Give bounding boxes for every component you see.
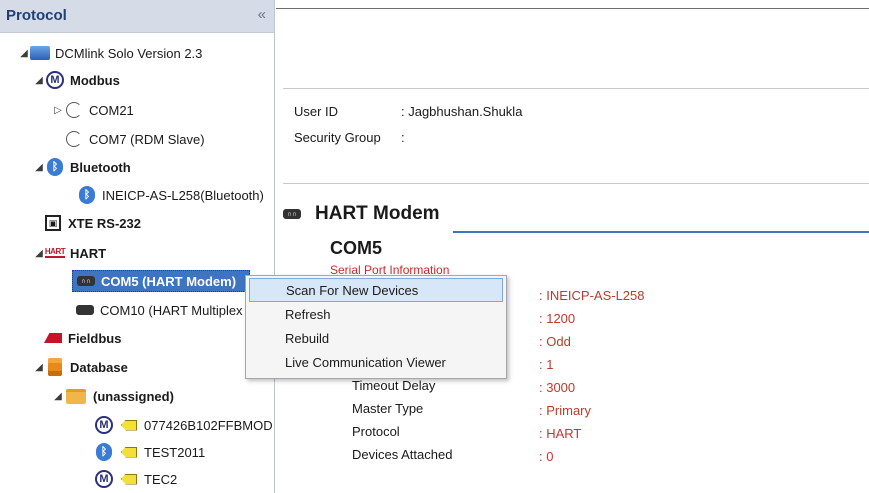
expand-arrow-icon[interactable]: ◢ <box>33 75 45 86</box>
tree-label: 077426B102FFBMOD <box>144 417 273 433</box>
tree-node-device[interactable]: M TEC2 <box>94 468 177 490</box>
modem-icon: ∩∩ <box>76 271 96 291</box>
modbus-icon: M <box>94 469 114 489</box>
tree-label: Bluetooth <box>70 159 131 175</box>
folder-icon <box>64 386 88 406</box>
master-type-label: Master Type <box>352 401 424 416</box>
tree-label: Fieldbus <box>68 330 122 346</box>
tree-node-bluetooth[interactable]: ◢ ᛒ Bluetooth <box>33 156 131 178</box>
tree-label: Modbus <box>70 72 120 88</box>
protocol-panel: Protocol « ◢ DCMlink Solo Version 2.3 ◢ … <box>0 0 275 493</box>
tree-node-bt-device[interactable]: ᛒ INEICP-AS-L258(Bluetooth) <box>77 184 264 206</box>
menu-item-rebuild[interactable]: Rebuild <box>249 326 503 350</box>
tree-label: COM10 (HART Multiplex <box>100 302 243 318</box>
panel-title: Protocol <box>6 7 67 24</box>
property-value: : 1200 <box>539 311 576 326</box>
hart-icon: HART <box>44 247 66 258</box>
tree-node-com10[interactable]: COM10 (HART Multiplex <box>75 299 243 321</box>
devices-attached-label: Devices Attached <box>352 447 453 462</box>
collapse-icon[interactable]: « <box>258 6 266 23</box>
tree-node-com7[interactable]: COM7 (RDM Slave) <box>64 128 205 150</box>
property-value: : HART <box>539 426 582 441</box>
tag-icon <box>119 442 139 462</box>
security-group-value: : <box>401 130 405 145</box>
tree-label: (unassigned) <box>93 388 174 404</box>
menu-item-scan-devices[interactable]: Scan For New Devices <box>249 278 503 302</box>
details-panel: User ID : Jagbhushan.Shukla Security Gro… <box>276 0 869 493</box>
bluetooth-icon: ᛒ <box>94 442 114 462</box>
bluetooth-icon: ᛒ <box>45 157 65 177</box>
tree-label: DCMlink Solo Version 2.3 <box>55 45 203 61</box>
protocol-label: Protocol <box>352 424 400 439</box>
divider <box>283 183 869 184</box>
modem-icon: ∩∩ <box>282 204 302 224</box>
tag-icon <box>119 415 139 435</box>
expand-arrow-icon[interactable]: ◢ <box>33 248 45 259</box>
database-icon <box>45 357 65 377</box>
section-header: ∩∩ HART Modem <box>282 203 440 225</box>
fieldbus-icon <box>43 328 63 348</box>
property-value: : INEICP-AS-L258 <box>539 288 645 303</box>
section-title: HART Modem <box>315 203 440 224</box>
modbus-icon: M <box>94 415 114 435</box>
tree-label: COM21 <box>89 102 134 118</box>
computer-icon <box>30 43 50 63</box>
tree-node-xte[interactable]: ▣ XTE RS-232 <box>43 212 141 234</box>
tree-node-fieldbus[interactable]: Fieldbus <box>43 327 121 349</box>
xte-icon: ▣ <box>43 213 63 233</box>
panel-header: Protocol « <box>0 0 274 33</box>
tree-node-device[interactable]: M 077426B102FFBMOD <box>94 414 273 436</box>
security-group-label: Security Group <box>294 130 381 145</box>
collapse-arrow-icon[interactable]: ▷ <box>52 105 64 116</box>
tree-node-unassigned[interactable]: ◢ (unassigned) <box>52 385 174 407</box>
port-title: COM5 <box>330 238 383 258</box>
tree-label: TEC2 <box>144 471 178 487</box>
user-id-value: : Jagbhushan.Shukla <box>401 104 523 119</box>
tree-label: INEICP-AS-L258(Bluetooth) <box>102 187 264 203</box>
property-value: : 3000 <box>539 380 576 395</box>
context-menu: Scan For New Devices Refresh Rebuild Liv… <box>245 275 507 379</box>
divider <box>283 88 869 89</box>
tree-label: COM7 (RDM Slave) <box>89 131 205 147</box>
section-underline <box>453 231 869 233</box>
tree-label: HART <box>70 245 107 261</box>
menu-item-refresh[interactable]: Refresh <box>249 302 503 326</box>
plug-icon <box>64 100 84 120</box>
expand-arrow-icon[interactable]: ◢ <box>33 162 45 173</box>
tree-label: Database <box>70 359 128 375</box>
tree-node-com5-selected[interactable]: ∩∩ COM5 (HART Modem) <box>72 270 250 292</box>
timeout-delay-label: Timeout Delay <box>352 378 436 393</box>
tree-label: XTE RS-232 <box>68 215 141 231</box>
expand-arrow-icon[interactable]: ◢ <box>52 391 64 402</box>
user-id-label: User ID <box>294 104 339 119</box>
tree-node-database[interactable]: ◢ Database <box>33 356 128 378</box>
tree-label: TEST2011 <box>144 444 206 460</box>
bluetooth-icon: ᛒ <box>77 185 97 205</box>
tree-node-root[interactable]: ◢ DCMlink Solo Version 2.3 <box>18 42 202 64</box>
menu-item-live-viewer[interactable]: Live Communication Viewer <box>249 350 503 374</box>
property-value: : 0 <box>539 449 554 464</box>
modbus-icon: M <box>45 70 65 90</box>
tree-label: COM5 (HART Modem) <box>101 273 237 289</box>
divider <box>276 8 869 9</box>
multiplexer-icon <box>75 300 95 320</box>
property-value: : Odd <box>539 334 571 349</box>
tag-icon <box>119 469 139 489</box>
expand-arrow-icon[interactable]: ◢ <box>18 48 30 59</box>
expand-arrow-icon[interactable]: ◢ <box>33 362 45 373</box>
tree-node-device[interactable]: ᛒ TEST2011 <box>94 441 205 463</box>
property-value: : Primary <box>539 403 591 418</box>
tree-node-com21[interactable]: ▷ COM21 <box>52 99 134 121</box>
property-value: : 1 <box>539 357 554 372</box>
tree-node-hart[interactable]: ◢ HART HART <box>33 242 106 264</box>
plug-icon <box>64 129 84 149</box>
tree-node-modbus[interactable]: ◢ M Modbus <box>33 69 120 91</box>
